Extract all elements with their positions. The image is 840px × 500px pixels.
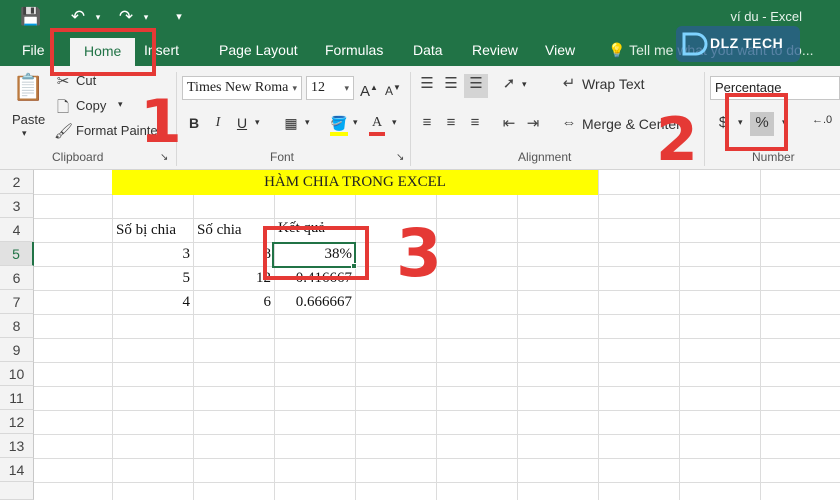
font-name-box[interactable]: Times New Roma ▾ [182, 76, 302, 100]
customize-qat-icon[interactable]: ▾ [172, 6, 186, 28]
borders-icon[interactable]: ▦ [280, 112, 302, 134]
align-center-icon[interactable]: ≡ [440, 114, 462, 131]
middle-align-icon[interactable]: ☰ [440, 74, 462, 92]
row-header-9[interactable]: 9 [0, 338, 34, 362]
shrink-font-button[interactable]: A▼ [382, 77, 404, 99]
undo-dropdown-icon[interactable]: ▾ [92, 6, 104, 28]
row-header-14[interactable]: 14 [0, 458, 34, 482]
font-size-value: 12 [311, 80, 325, 95]
cell-divisor[interactable]: 12 [193, 266, 271, 290]
annotation-box-home [50, 28, 156, 76]
font-color-dropdown-icon[interactable]: ▾ [392, 117, 397, 128]
row-header-10[interactable]: 10 [0, 362, 34, 386]
font-group-label: Font [270, 150, 295, 164]
fill-color-icon[interactable]: 🪣 [328, 112, 350, 134]
cell-dividend[interactable]: 4 [112, 290, 191, 314]
cell-dividend[interactable]: 3 [112, 242, 191, 266]
cell-result[interactable]: 0.666667 [274, 290, 352, 314]
font-launcher-icon[interactable]: ↘ [396, 152, 404, 163]
row-header-5[interactable]: 5 [0, 242, 34, 266]
row-header-13[interactable]: 13 [0, 434, 34, 458]
font-name-value: Times New Roma [187, 80, 289, 95]
increase-decimal-icon[interactable]: ←.0 [812, 114, 832, 126]
bottom-align-icon[interactable]: ☰ [464, 74, 488, 98]
ribbon: 📋 Paste ▾ ✂ Cut 🗋 Copy ▾ 🖌 Format Painte… [0, 66, 840, 170]
redo-icon[interactable]: ↷ [116, 6, 136, 28]
paste-icon[interactable]: 📋 [12, 72, 44, 108]
align-left-icon[interactable]: ≡ [416, 114, 438, 131]
orientation-icon[interactable]: ➚ [498, 74, 520, 92]
orientation-dropdown-icon[interactable]: ▾ [522, 79, 527, 90]
underline-dropdown-icon[interactable]: ▾ [255, 117, 260, 128]
redo-dropdown-icon[interactable]: ▾ [140, 6, 152, 28]
grow-font-button[interactable]: A▲ [358, 77, 380, 100]
alignment-group-label: Alignment [518, 150, 572, 164]
row-header-8[interactable]: 8 [0, 314, 34, 338]
align-right-icon[interactable]: ≡ [464, 114, 486, 131]
header-dividend[interactable]: Số bị chia [116, 218, 176, 242]
font-size-dropdown-icon[interactable]: ▾ [344, 77, 349, 99]
annotation-number-1: 1 [140, 87, 182, 157]
copy-dropdown-icon[interactable]: ▾ [118, 99, 123, 110]
cell-dividend[interactable]: 5 [112, 266, 191, 290]
increase-indent-icon[interactable]: ⇥ [522, 114, 544, 132]
font-color-icon[interactable]: A [366, 112, 388, 134]
font-name-dropdown-icon[interactable]: ▾ [292, 77, 297, 99]
cell-divisor[interactable]: 8 [193, 242, 272, 266]
merge-center-icon[interactable]: ⇔ [558, 114, 580, 131]
shrink-font-label: A [385, 84, 394, 98]
row-header-7[interactable]: 7 [0, 290, 34, 314]
logo-text: DLZ TECH [710, 35, 784, 51]
wrap-text-icon[interactable]: ↵ [558, 74, 580, 92]
bold-button[interactable]: B [183, 112, 205, 134]
undo-icon[interactable]: ↶ [68, 6, 88, 28]
annotation-box-percent [725, 93, 788, 151]
dlz-tech-logo: DLZ TECH [676, 26, 800, 62]
row-header-2[interactable]: 2 [0, 170, 34, 194]
tab-file[interactable]: File [22, 34, 45, 66]
number-group-label: Number [752, 150, 795, 164]
paste-label[interactable]: Paste [12, 112, 45, 127]
annotation-number-3: 3 [396, 215, 442, 292]
row-header-4[interactable]: 4 [0, 218, 34, 242]
decrease-indent-icon[interactable]: ⇤ [498, 114, 520, 132]
window-title: ví du - Excel [730, 9, 802, 24]
fill-color-dropdown-icon[interactable]: ▾ [353, 117, 358, 128]
copy-icon[interactable]: 🗋 [54, 97, 72, 122]
underline-button[interactable]: U [231, 112, 253, 134]
tab-review[interactable]: Review [472, 34, 518, 66]
annotation-number-2: 2 [656, 105, 698, 175]
tab-page-layout[interactable]: Page Layout [219, 34, 298, 66]
cell-divisor[interactable]: 6 [193, 290, 272, 314]
grow-font-label: A [360, 83, 371, 100]
paste-dropdown-icon[interactable]: ▾ [22, 128, 27, 139]
row-header-3[interactable]: 3 [0, 194, 34, 218]
sheet-title[interactable]: HÀM CHIA TRONG EXCEL [112, 170, 598, 195]
font-size-box[interactable]: 12 ▾ [306, 76, 354, 100]
tab-data[interactable]: Data [413, 34, 443, 66]
row-header-12[interactable]: 12 [0, 410, 34, 434]
annotation-box-result [263, 226, 369, 280]
tab-formulas[interactable]: Formulas [325, 34, 383, 66]
row-header-15[interactable] [0, 482, 34, 500]
borders-dropdown-icon[interactable]: ▾ [305, 117, 310, 128]
header-divisor[interactable]: Số chia [197, 218, 242, 242]
row-header-11[interactable]: 11 [0, 386, 34, 410]
copy-button[interactable]: Copy [76, 98, 106, 113]
clipboard-group-label: Clipboard [52, 150, 104, 164]
wrap-text-button[interactable]: Wrap Text [582, 76, 645, 92]
tab-view[interactable]: View [545, 34, 575, 66]
row-header-6[interactable]: 6 [0, 266, 34, 290]
italic-button[interactable]: I [207, 112, 229, 134]
top-align-icon[interactable]: ☰ [416, 74, 438, 92]
save-icon[interactable]: 💾 [20, 6, 41, 28]
format-painter-icon[interactable]: 🖌 [54, 122, 73, 140]
